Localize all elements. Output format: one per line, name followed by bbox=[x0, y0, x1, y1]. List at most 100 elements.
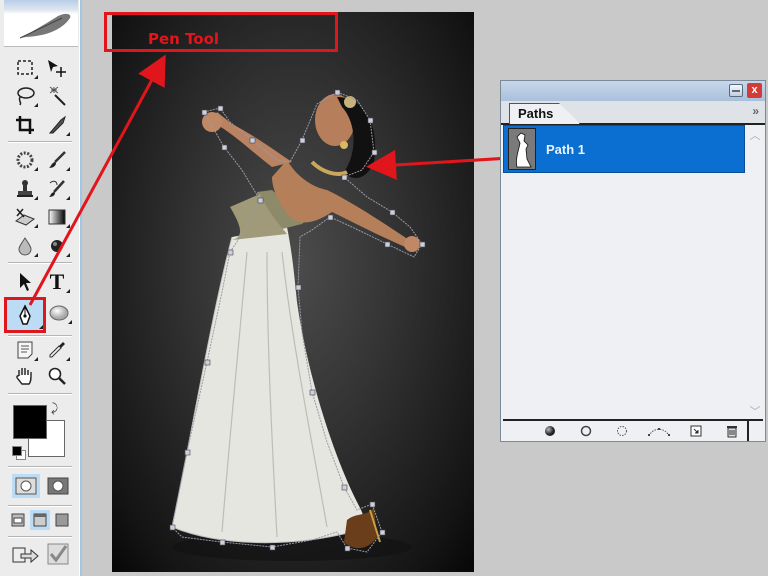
load-selection-icon bbox=[617, 426, 627, 436]
magic-wand-tool[interactable] bbox=[44, 84, 70, 108]
gradient-icon bbox=[48, 209, 66, 225]
notes-tool[interactable] bbox=[12, 338, 38, 362]
standard-screen-mode-button[interactable] bbox=[8, 510, 28, 530]
full-screen-icon bbox=[55, 513, 69, 527]
work-path-icon bbox=[648, 428, 670, 437]
new-path-icon bbox=[690, 425, 702, 437]
trash-icon bbox=[727, 425, 737, 437]
panel-tab-row: Paths » bbox=[501, 101, 765, 125]
full-screen-mode-button[interactable] bbox=[52, 510, 72, 530]
eraser-icon bbox=[14, 208, 36, 226]
shape-tool[interactable] bbox=[46, 301, 72, 325]
dodge-tool[interactable] bbox=[44, 234, 70, 258]
healing-icon bbox=[16, 151, 34, 169]
rectangular-marquee-tool[interactable] bbox=[12, 56, 38, 80]
path-selection-tool[interactable] bbox=[12, 270, 38, 294]
scroll-up-icon[interactable]: ︿ bbox=[747, 127, 763, 143]
pen-tool[interactable] bbox=[4, 297, 46, 333]
panel-menu-button[interactable]: » bbox=[752, 104, 759, 118]
close-button[interactable]: x bbox=[747, 83, 762, 98]
path-row[interactable]: Path 1 bbox=[503, 125, 745, 173]
history-brush-icon bbox=[49, 180, 65, 197]
healing-brush-tool[interactable] bbox=[12, 148, 38, 172]
commit-button[interactable] bbox=[46, 542, 70, 566]
dress bbox=[172, 227, 364, 543]
blur-icon bbox=[18, 237, 32, 256]
hand-tool[interactable] bbox=[12, 364, 38, 388]
arrow-icon bbox=[20, 273, 31, 291]
panel-titlebar[interactable]: x bbox=[501, 81, 765, 101]
slice-tool[interactable] bbox=[44, 113, 70, 137]
toolbox-divider bbox=[8, 393, 72, 395]
eyedropper-tool[interactable] bbox=[44, 338, 70, 362]
magic-wand-icon bbox=[49, 86, 66, 106]
tab-paths[interactable]: Paths bbox=[509, 103, 581, 124]
document-canvas[interactable] bbox=[112, 12, 474, 572]
crop-icon bbox=[16, 116, 34, 134]
clone-stamp-tool[interactable] bbox=[12, 177, 38, 201]
paths-panel: x Paths » Path 1 ︿ ﹀ bbox=[500, 80, 766, 442]
pen-icon bbox=[19, 304, 31, 325]
pen-tool-callout-label: Pen Tool bbox=[148, 30, 220, 48]
dodge-icon bbox=[51, 240, 63, 252]
type-tool[interactable]: T bbox=[44, 269, 70, 294]
zoom-tool[interactable] bbox=[44, 364, 70, 388]
full-screen-menu-icon bbox=[33, 513, 47, 527]
minimize-button[interactable] bbox=[729, 84, 743, 97]
history-brush-tool[interactable] bbox=[44, 177, 70, 201]
panel-footer bbox=[503, 419, 763, 441]
stamp-icon bbox=[17, 180, 33, 197]
toolbox-divider bbox=[8, 505, 72, 507]
checkmark-icon bbox=[47, 543, 69, 565]
toolbox-divider bbox=[8, 335, 72, 337]
stroke-path-icon bbox=[580, 425, 592, 437]
dancer-photo bbox=[169, 89, 426, 561]
scroll-down-icon[interactable]: ﹀ bbox=[747, 403, 763, 419]
blur-tool[interactable] bbox=[12, 234, 38, 258]
move-icon bbox=[48, 60, 66, 77]
pen-tool-callout-box bbox=[104, 12, 338, 52]
full-screen-menu-mode-button[interactable] bbox=[30, 510, 50, 530]
standard-mode-icon bbox=[15, 477, 37, 495]
slice-icon bbox=[48, 115, 66, 134]
toolbox-divider bbox=[8, 536, 72, 538]
jump-to-imageready-button[interactable] bbox=[10, 542, 40, 568]
paths-list-scrollbar[interactable]: ︿ ﹀ bbox=[747, 125, 763, 421]
delete-path-button[interactable] bbox=[725, 424, 739, 438]
path-thumbnail-icon bbox=[516, 132, 532, 168]
eraser-tool[interactable] bbox=[12, 205, 38, 229]
fill-path-button[interactable] bbox=[543, 424, 557, 438]
eyedropper-icon bbox=[49, 342, 65, 358]
make-work-path-button[interactable] bbox=[647, 424, 671, 438]
panel-resize-grip[interactable] bbox=[747, 421, 763, 441]
fill-path-icon bbox=[545, 426, 555, 436]
gradient-tool[interactable] bbox=[44, 205, 70, 229]
new-path-button[interactable] bbox=[689, 424, 703, 438]
stroke-path-button[interactable] bbox=[579, 424, 593, 438]
lasso-icon bbox=[17, 87, 35, 106]
swap-colors-icon[interactable]: ⤸ bbox=[51, 401, 58, 416]
brush-tool[interactable] bbox=[44, 148, 70, 172]
jump-to-icon bbox=[12, 547, 39, 564]
zoom-icon bbox=[48, 367, 66, 385]
standard-screen-icon bbox=[11, 513, 25, 527]
default-colors-icon[interactable] bbox=[12, 446, 22, 456]
move-tool[interactable] bbox=[44, 56, 70, 80]
hand-icon bbox=[16, 368, 32, 385]
photoshop-feather-logo[interactable] bbox=[4, 0, 78, 47]
load-as-selection-button[interactable] bbox=[615, 424, 629, 438]
toolbox-divider bbox=[8, 466, 72, 468]
toolbox-divider bbox=[8, 141, 72, 143]
notes-icon bbox=[17, 341, 33, 359]
type-icon: T bbox=[49, 269, 65, 294]
crop-tool[interactable] bbox=[12, 113, 38, 137]
ellipse-icon bbox=[49, 305, 69, 321]
quick-mask-mode-button[interactable] bbox=[44, 474, 72, 498]
standard-mode-button[interactable] bbox=[12, 474, 40, 498]
feather-icon bbox=[19, 13, 71, 39]
path-thumbnail bbox=[508, 128, 536, 170]
marquee-icon bbox=[17, 60, 33, 75]
foreground-color-swatch[interactable] bbox=[13, 405, 47, 439]
lasso-tool[interactable] bbox=[12, 84, 38, 108]
paths-list: Path 1 bbox=[503, 125, 745, 421]
